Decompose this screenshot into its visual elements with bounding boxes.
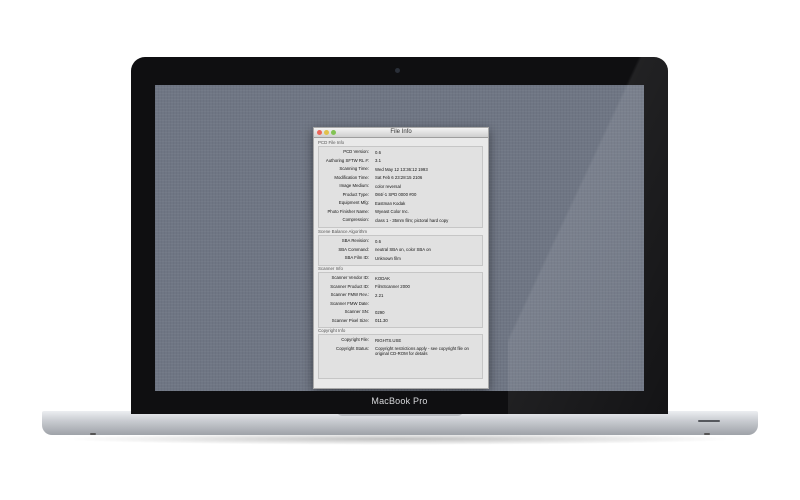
info-value: 2.21 <box>375 292 384 298</box>
info-row: Scanner Pixel Size: 011.30 <box>323 317 478 326</box>
info-row: PCD Version: 0.6 <box>323 148 478 157</box>
group-box: Scanner Vendor ID: KODAK Scanner Product … <box>318 272 483 328</box>
info-value: RIGHTS.USE <box>375 337 402 343</box>
group-box: SBA Revision: 0.6 SBA Command: neutral SBA… <box>318 235 483 266</box>
info-value: neutral SBA on, color SBA on <box>375 247 431 253</box>
info-row: Copyright File: RIGHTS.USE <box>323 336 478 345</box>
brand-label: MacBook Pro <box>371 396 428 406</box>
info-value: Eastman Kodak <box>375 200 406 206</box>
info-value: 0.6 <box>375 149 381 155</box>
laptop-foot-right <box>704 433 710 435</box>
info-key: Modification Time: <box>334 174 369 180</box>
info-row: Equipment Mfg: Eastman Kodak <box>323 199 478 208</box>
info-key: Authoring SFTW RL #: <box>325 157 369 163</box>
info-key: SBA Film ID: <box>344 255 369 260</box>
info-value: KODAK <box>375 275 391 281</box>
info-row: Compression: class 1 - 35mm film; pictora… <box>323 216 478 225</box>
info-key: Copyright Status: <box>336 345 369 351</box>
info-row: SBA Command: neutral SBA on, color SBA on <box>323 246 478 255</box>
info-key: Scanner FMW Date: <box>330 300 369 306</box>
info-row: SBA Revision: 0.6 <box>323 237 478 246</box>
camera-icon <box>395 68 400 73</box>
info-key: Compression: <box>342 217 369 222</box>
info-value: Copyright restrictions apply - see copyr… <box>375 346 469 357</box>
info-key: Scanner Vendor ID: <box>331 275 369 280</box>
info-row: Scanner Product ID: FilmScanner 2000 <box>323 283 478 292</box>
info-row: Authoring SFTW RL #: 3.1 <box>323 157 478 166</box>
info-key: Image Medium: <box>339 183 369 188</box>
group-box: Copyright File: RIGHTS.USE Copyright Stat… <box>318 334 483 379</box>
info-value: 011.30 <box>375 318 388 324</box>
file-info-window: File Info PCD File Info PCD Version: 0.6 … <box>313 127 489 389</box>
info-key: Equipment Mfg: <box>338 200 369 205</box>
info-key: Photo Finisher Name: <box>327 208 369 214</box>
info-key: PCD Version: <box>343 149 369 154</box>
info-value: Wed May 12 13:36:12 1993 <box>375 166 428 172</box>
info-value: Wyeast Color Inc. <box>375 209 409 215</box>
info-row: Scanner Vendor ID: KODAK <box>323 274 478 283</box>
scanner-info-group: Scanner Info Scanner Vendor ID: KODAK Sca… <box>318 266 483 328</box>
info-row: Scanner FMW Rev.: 2.21 <box>323 291 478 300</box>
pcd-file-info-group: PCD File Info PCD Version: 0.6 Authoring … <box>318 140 483 228</box>
info-value: 0.6 <box>375 238 381 244</box>
info-key: SBA Revision: <box>341 238 369 243</box>
info-key: Product Type: <box>342 191 369 197</box>
info-value: class 1 - 35mm film; pictoral hard copy <box>375 217 449 223</box>
desktop-screen: File Info PCD File Info PCD Version: 0.6 … <box>155 85 644 391</box>
info-row: Photo Finisher Name: Wyeast Color Inc. <box>323 208 478 217</box>
info-key: Scanner Product ID: <box>330 283 369 289</box>
info-value: 3.1 <box>375 158 381 164</box>
copyright-info-group: Copyright Info Copyright File: RIGHTS.USE… <box>318 328 483 379</box>
info-row: SBA Film ID: Unknown film <box>323 254 478 263</box>
info-row: Scanner FMW Date: <box>323 300 478 309</box>
group-box: PCD Version: 0.6 Authoring SFTW RL #: 3.1 … <box>318 146 483 228</box>
info-row: Scanner SN: 0290 <box>323 308 478 317</box>
info-row: Product Type: 084/-1 SPD 0000 #00 <box>323 191 478 200</box>
window-title: File Info <box>390 129 412 135</box>
info-value: color reversal <box>375 183 401 189</box>
info-key: Copyright File: <box>341 337 369 342</box>
laptop-foot-left <box>90 433 96 435</box>
info-value: 084/-1 SPD 0000 #00 <box>375 192 417 198</box>
info-value: FilmScanner 2000 <box>375 284 410 290</box>
scene-balance-algorithm-group: Scene Balance Algorithm SBA Revision: 0.6… <box>318 229 483 266</box>
info-value: Sat Feb 6 23:28:15 2106 <box>375 175 423 181</box>
sleep-indicator-led <box>698 420 720 422</box>
info-key: Scanning Time: <box>339 166 369 171</box>
info-row: Copyright Status: Copyright restrictions … <box>323 345 478 362</box>
info-row: Image Medium: color reversal <box>323 182 478 191</box>
info-key: Scanner SN: <box>344 309 369 314</box>
info-key: Scanner Pixel Size: <box>331 317 369 323</box>
laptop-lid: File Info PCD File Info PCD Version: 0.6 … <box>131 57 668 414</box>
info-key: Scanner FMW Rev.: <box>330 292 369 297</box>
info-key: SBA Command: <box>338 246 369 252</box>
info-value: 0290 <box>375 309 385 315</box>
info-row: Scanning Time: Wed May 12 13:36:12 1993 <box>323 165 478 174</box>
info-value: Unknown film <box>375 255 401 261</box>
info-row: Modification Time: Sat Feb 6 23:28:15 210… <box>323 174 478 183</box>
window-titlebar[interactable]: File Info <box>314 128 488 138</box>
